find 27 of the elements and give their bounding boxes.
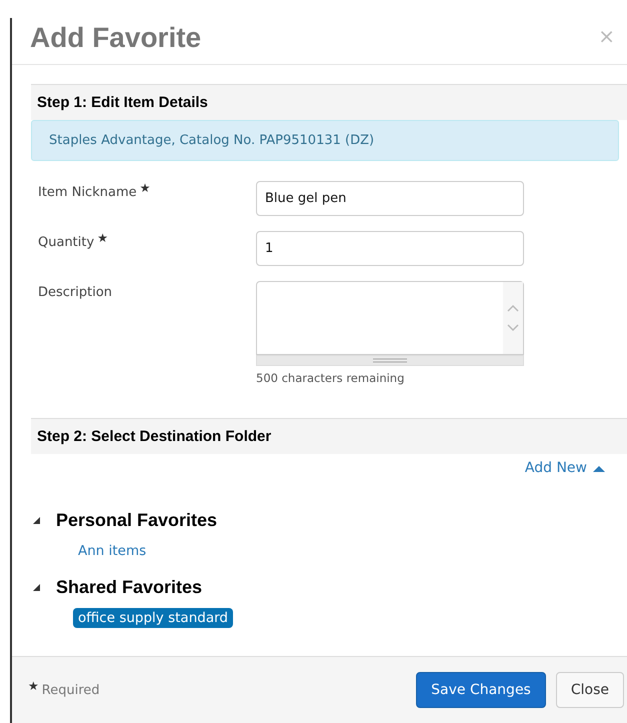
text-field[interactable]: Blue gel pen	[256, 181, 524, 216]
close-button[interactable]: Close	[556, 672, 624, 708]
description-field[interactable]	[256, 281, 524, 355]
required-note: Required	[42, 682, 100, 698]
field-label: Quantity	[38, 235, 94, 250]
required-mark: ★	[140, 181, 150, 195]
required-mark: ★	[28, 678, 39, 692]
save-button[interactable]: Save Changes	[416, 672, 546, 708]
dialog-title: Add Favorite	[30, 22, 202, 54]
scroll-down-icon[interactable]	[507, 324, 519, 332]
add-new-link[interactable]: Add New	[524, 460, 605, 476]
folder-item[interactable]: office supply standard	[73, 608, 233, 628]
section-heading: Step 2: Select Destination Folder	[31, 418, 627, 454]
folder-label[interactable]: Shared Favorites	[56, 577, 202, 598]
characters-remaining: 500 characters remaining	[256, 371, 406, 385]
resize-grip-icon[interactable]	[373, 358, 407, 363]
item-info: Staples Advantage, Catalog No. PAP9510131 (DZ)	[31, 120, 619, 161]
field-label: Item Nickname	[38, 185, 137, 200]
folder-item[interactable]: Ann items	[73, 541, 152, 561]
folder-label[interactable]: Personal Favorites	[56, 510, 218, 531]
required-mark: ★	[97, 231, 108, 245]
text-field[interactable]: 1	[256, 231, 524, 266]
field-label: Description	[38, 285, 112, 300]
expand-icon[interactable]	[33, 517, 40, 524]
section-heading: Step 1: Edit Item Details	[31, 84, 627, 120]
scroll-up-icon[interactable]	[507, 304, 519, 312]
expand-icon[interactable]	[33, 584, 40, 591]
